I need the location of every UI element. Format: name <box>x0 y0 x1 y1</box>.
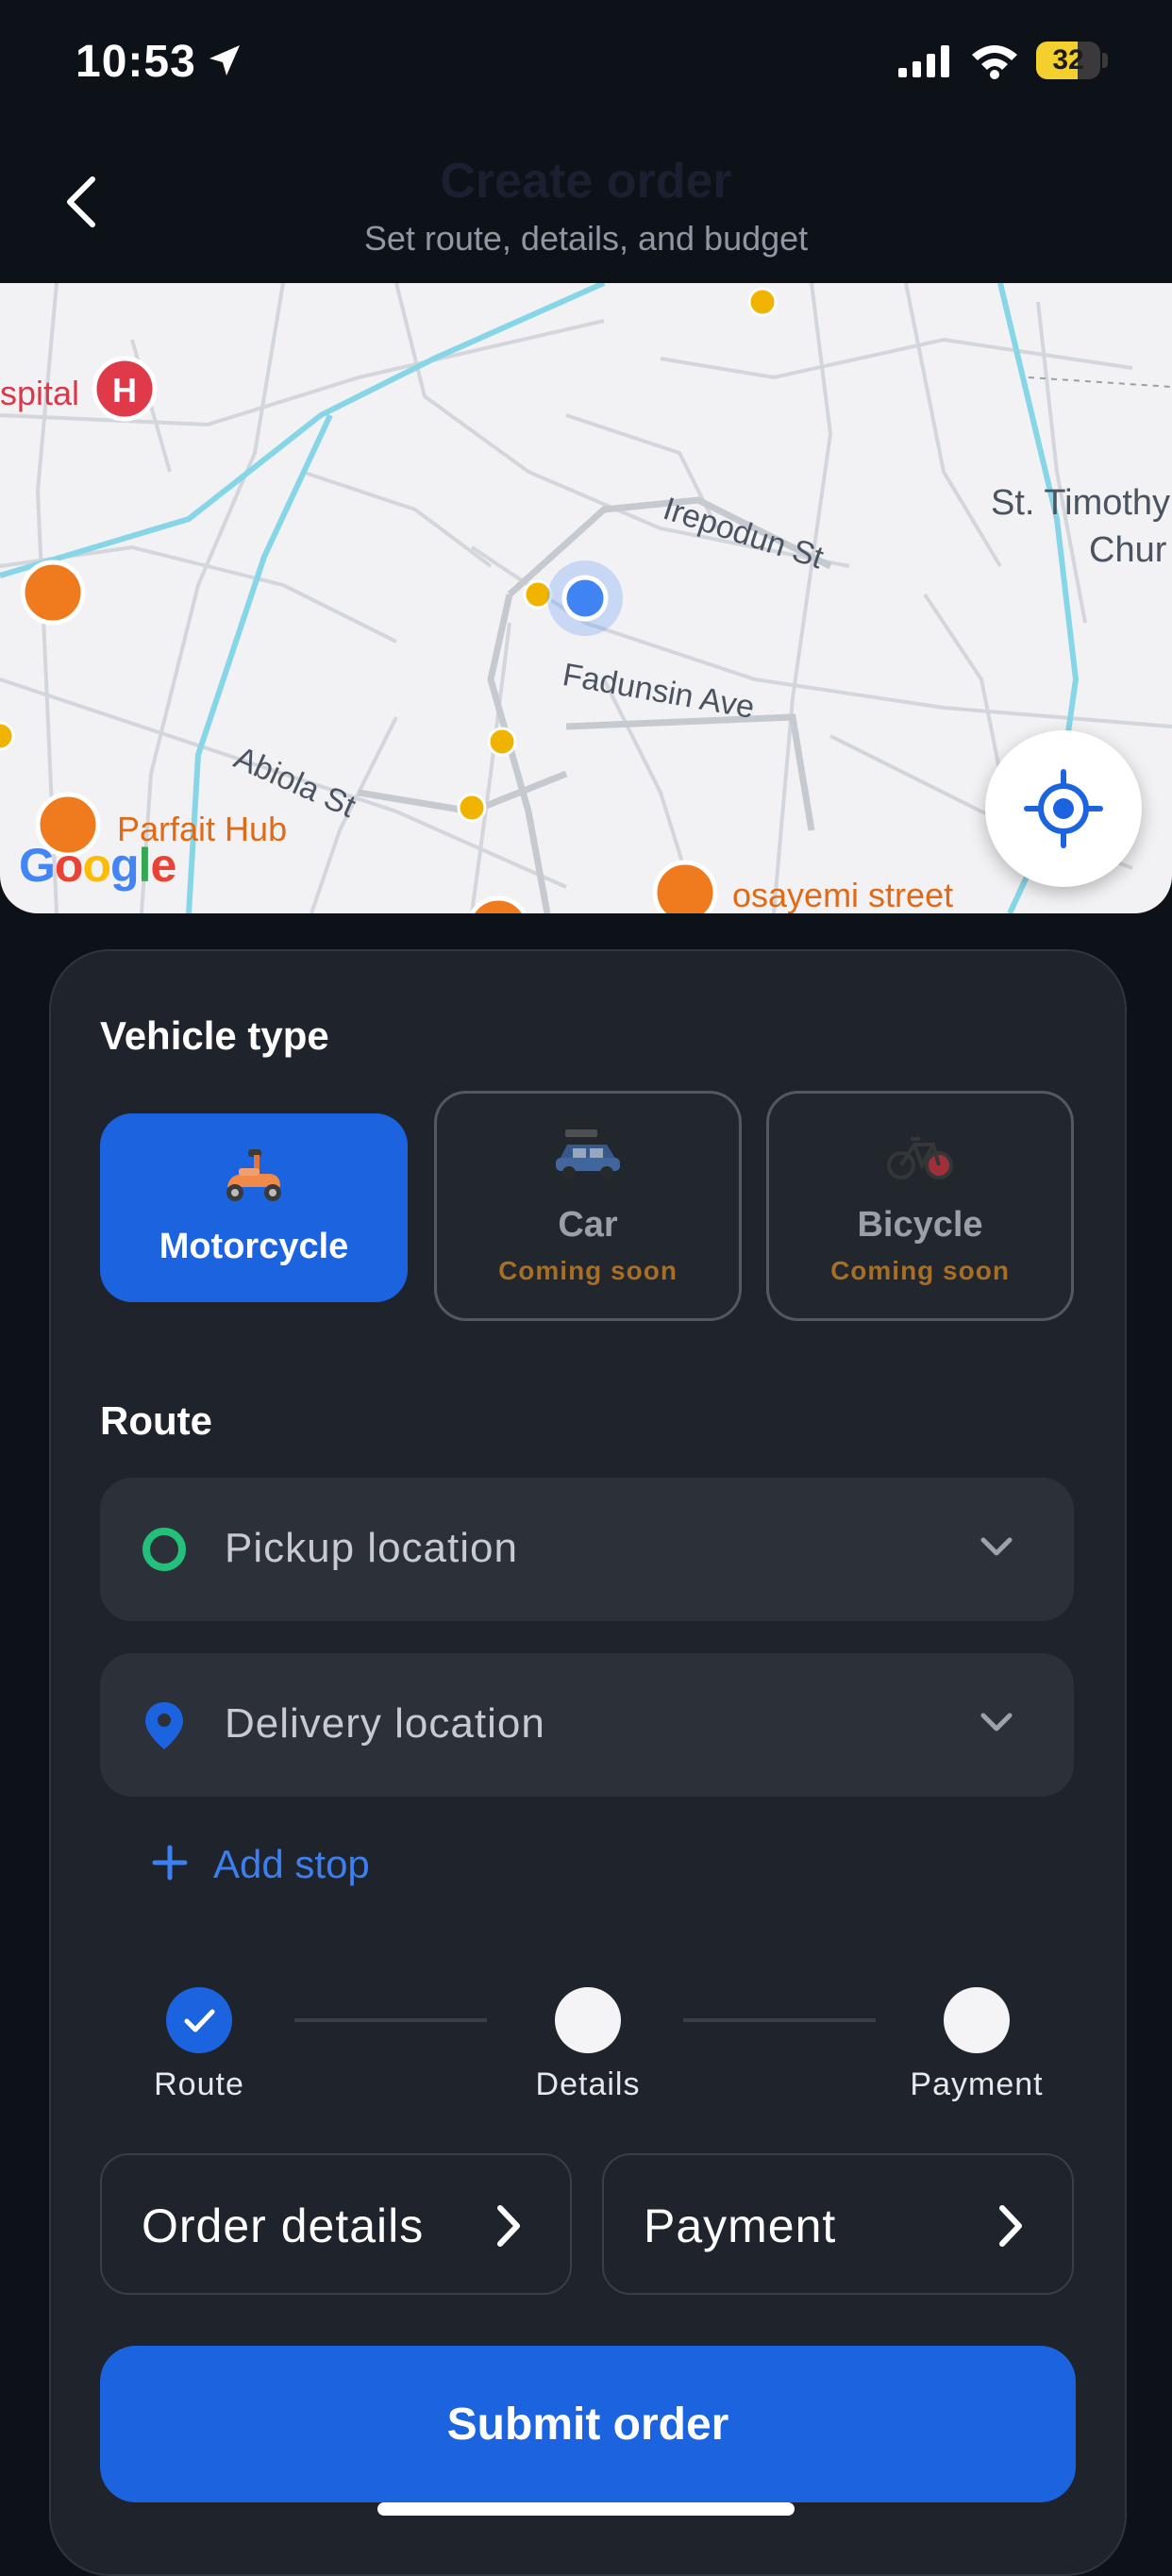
step-label-payment: Payment <box>910 2066 1044 2102</box>
payment-button[interactable]: Payment <box>602 2153 1074 2295</box>
checkmark-icon <box>184 2009 215 2032</box>
order-form-card: Vehicle type Motorcycle Car Coming soon <box>49 949 1127 2576</box>
scooter-icon <box>226 1149 281 1201</box>
step-label-route: Route <box>154 2066 244 2102</box>
coming-soon-label: Coming soon <box>498 1256 678 1285</box>
crosshair-icon <box>1024 769 1103 848</box>
car-icon <box>556 1129 620 1179</box>
vehicle-option-bicycle[interactable]: Bicycle Coming soon <box>766 1091 1074 1321</box>
google-attribution: Google <box>19 839 176 892</box>
chevron-down-icon <box>980 1537 1013 1556</box>
home-indicator[interactable] <box>377 2502 795 2516</box>
poi-street-label: osayemi street <box>732 876 954 913</box>
coming-soon-label: Coming soon <box>830 1256 1010 1285</box>
battery-icon: 32 <box>1036 42 1110 79</box>
battery-level: 32 <box>1052 44 1084 75</box>
plus-icon <box>152 1845 188 1881</box>
vehicle-type-title: Vehicle type <box>100 1013 329 1058</box>
vehicle-name: Motorcycle <box>159 1227 349 1266</box>
bicycle-icon <box>887 1137 953 1179</box>
pickup-ring-icon <box>142 1528 186 1571</box>
add-stop-label: Add stop <box>213 1842 370 1886</box>
step-connector <box>683 2018 876 2022</box>
poi-hospital-label: spital <box>0 374 80 412</box>
chevron-down-icon <box>980 1713 1013 1731</box>
route-title: Route <box>100 1398 212 1443</box>
step-connector <box>294 2018 487 2022</box>
status-bar: 10:53 32 <box>0 0 1172 132</box>
delivery-placeholder: Delivery location <box>225 1700 545 1747</box>
chevron-right-icon <box>999 2205 1022 2247</box>
map-view[interactable]: H Irepodun St Fadunsin Ave Abiola St spi… <box>0 283 1172 913</box>
payment-label: Payment <box>644 2200 837 2252</box>
submit-order-label: Submit order <box>446 2400 729 2450</box>
cellular-signal-icon <box>898 45 949 77</box>
submit-order-button[interactable]: Submit order <box>100 2346 1076 2502</box>
delivery-location-field[interactable]: Delivery location <box>100 1653 1074 1797</box>
vehicle-name: Bicycle <box>857 1205 983 1245</box>
order-details-button[interactable]: Order details <box>100 2153 572 2295</box>
wifi-icon <box>972 45 1017 79</box>
vehicle-option-motorcycle[interactable]: Motorcycle <box>100 1113 408 1302</box>
location-arrow-icon <box>209 45 240 75</box>
vehicle-option-car[interactable]: Car Coming soon <box>434 1091 742 1321</box>
order-details-label: Order details <box>142 2200 425 2252</box>
status-time: 10:53 <box>75 37 196 87</box>
pickup-placeholder: Pickup location <box>225 1525 518 1571</box>
poi-church-label-2: Chur <box>1089 530 1167 570</box>
my-location-button[interactable] <box>985 730 1142 887</box>
map-pin-icon <box>145 1702 183 1749</box>
pickup-location-field[interactable]: Pickup location <box>100 1478 1074 1621</box>
step-details-indicator <box>555 1987 621 2053</box>
poi-church-label-1: St. Timothy <box>991 483 1171 523</box>
step-route-indicator <box>166 1987 232 2053</box>
svg-text:H: H <box>112 371 137 410</box>
step-payment-indicator <box>944 1987 1010 2053</box>
chevron-right-icon <box>497 2205 520 2247</box>
page-title: Create order <box>440 154 732 209</box>
vehicle-name: Car <box>558 1205 618 1245</box>
page-subtitle: Set route, details, and budget <box>363 219 809 258</box>
step-label-details: Details <box>535 2066 641 2102</box>
